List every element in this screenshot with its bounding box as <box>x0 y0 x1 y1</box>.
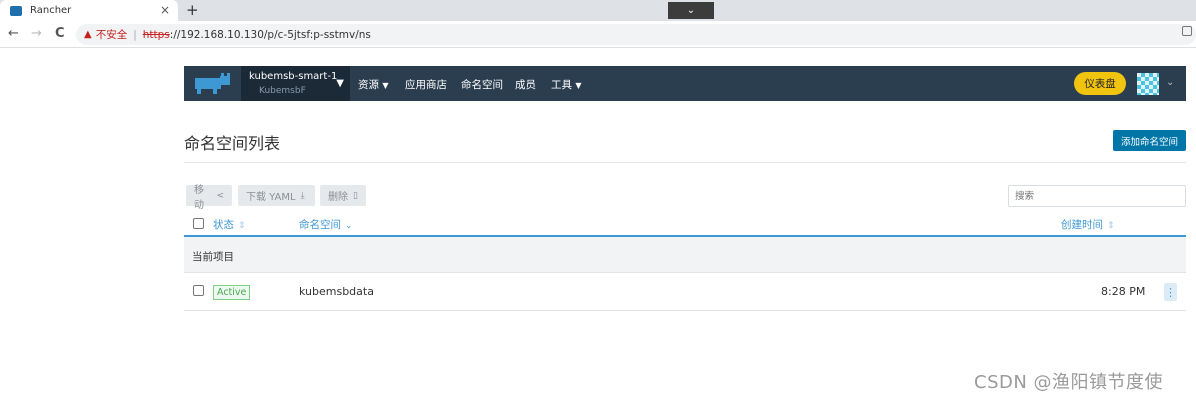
nav-resources[interactable]: 资源 ▼ <box>358 77 389 92</box>
column-header-namespace[interactable]: 命名空间 ⌄ <box>299 217 353 232</box>
project-name: KubemsbF <box>259 86 306 96</box>
page-title: 命名空间列表 <box>184 134 281 153</box>
url-field[interactable]: ▲ 不安全 | https ://192.168.10.130/p/c-5jts… <box>76 24 1196 45</box>
namespace-header-label: 命名空间 <box>299 219 341 231</box>
column-header-created[interactable]: 创建时间 ⇕ <box>1061 217 1115 232</box>
cluster-project-switcher[interactable]: kubemsb-smart-1 KubemsbF ▼ <box>241 66 350 101</box>
nav-catalog[interactable]: 应用商店 <box>405 77 447 92</box>
download-yaml-button[interactable]: 下载 YAML ⤓ <box>238 185 315 206</box>
table-group-row: 当前项目 <box>184 237 1186 273</box>
chevron-down-icon: ▼ <box>336 78 344 89</box>
watermark: CSDN @渔阳镇节度使 <box>974 372 1164 393</box>
nav-members[interactable]: 成员 <box>515 77 536 92</box>
trash-icon: ▯ <box>353 190 358 201</box>
namespace-name[interactable]: kubemsbdata <box>299 285 374 298</box>
row-checkbox[interactable] <box>193 285 204 296</box>
chevron-down-icon: ⌄ <box>686 5 696 16</box>
sort-desc-icon: ⌄ <box>345 221 353 231</box>
cluster-name: kubemsb-smart-1 <box>249 71 338 82</box>
download-label: 下载 YAML <box>246 192 296 203</box>
back-button[interactable]: ← <box>8 26 19 41</box>
divider <box>184 162 1186 163</box>
rancher-logo[interactable] <box>184 66 241 101</box>
tab-search-button[interactable]: ⌄ <box>668 2 714 19</box>
row-actions-menu-icon[interactable]: ⋮ <box>1164 283 1177 301</box>
rancher-favicon-icon <box>10 5 22 16</box>
dashboard-button[interactable]: 仪表盘 <box>1074 72 1126 95</box>
select-all-checkbox[interactable] <box>193 218 204 229</box>
created-time: 8:28 PM <box>1101 285 1146 298</box>
insecure-label[interactable]: 不安全 <box>96 27 128 42</box>
nav-namespaces[interactable]: 命名空间 <box>461 77 503 92</box>
forward-button[interactable]: → <box>31 26 42 41</box>
user-avatar[interactable] <box>1137 73 1159 95</box>
status-badge: Active <box>213 285 251 300</box>
add-namespace-button[interactable]: 添加命名空间 <box>1113 130 1186 151</box>
delete-label: 删除 <box>328 192 348 203</box>
extension-icon[interactable] <box>1182 26 1192 36</box>
separator: | <box>133 28 137 41</box>
move-button[interactable]: 移动 < <box>186 185 232 211</box>
new-tab-button[interactable]: + <box>186 1 199 19</box>
download-icon: ⤓ <box>300 190 305 201</box>
nav-tools-label: 工具 <box>551 79 572 91</box>
browser-address-bar: ← → C ▲ 不安全 | https ://192.168.10.130/p/… <box>0 21 1196 48</box>
close-tab-icon[interactable]: × <box>160 3 170 17</box>
group-label: 当前项目 <box>192 251 234 263</box>
tab-title: Rancher <box>30 5 72 16</box>
chevron-down-icon: ▼ <box>382 81 389 90</box>
rancher-cow-icon <box>194 72 230 94</box>
column-header-state[interactable]: 状态 ⇕ <box>213 217 246 232</box>
sort-icon: ⇕ <box>1107 221 1115 231</box>
nav-resources-label: 资源 <box>358 79 379 91</box>
table-row: Active kubemsbdata 8:28 PM ⋮ <box>184 273 1186 311</box>
created-header-label: 创建时间 <box>1061 219 1103 231</box>
reload-button[interactable]: C <box>55 26 65 41</box>
search-input[interactable] <box>1008 185 1186 207</box>
app-header: kubemsb-smart-1 KubemsbF ▼ 资源 ▼ 应用商店 命名空… <box>184 66 1186 101</box>
browser-tab[interactable]: Rancher × <box>0 0 178 21</box>
url-path: ://192.168.10.130/p/c-5jtsf:p-sstmv/ns <box>169 28 371 41</box>
chevron-down-icon: ▼ <box>575 81 582 90</box>
delete-button[interactable]: 删除 ▯ <box>320 185 366 206</box>
browser-tab-bar: Rancher × + ⌄ <box>0 0 1196 21</box>
share-icon: < <box>216 190 224 201</box>
sort-icon: ⇕ <box>238 221 246 231</box>
nav-tools[interactable]: 工具 ▼ <box>551 77 582 92</box>
state-header-label: 状态 <box>213 219 234 231</box>
move-label: 移动 <box>194 184 204 211</box>
url-scheme: https <box>142 28 170 41</box>
warning-icon: ▲ <box>84 29 92 40</box>
chevron-down-icon[interactable]: ⌄ <box>1166 77 1174 88</box>
